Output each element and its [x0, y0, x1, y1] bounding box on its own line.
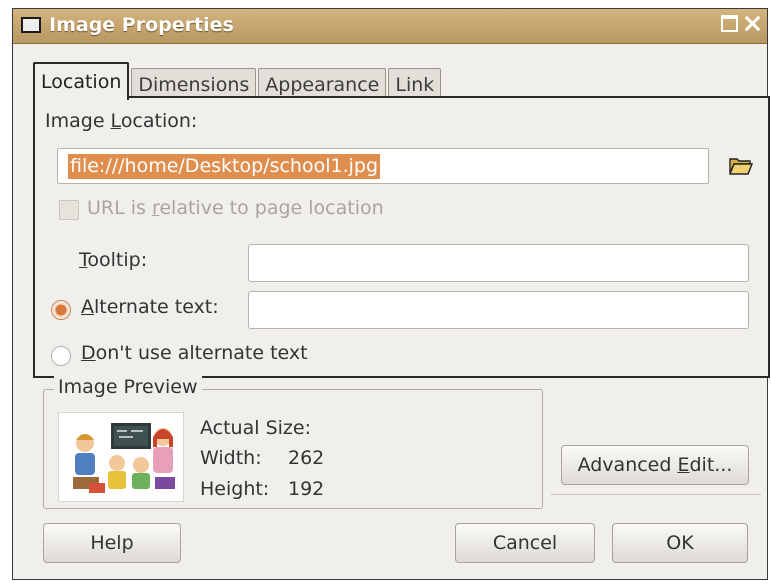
image-preview-legend: Image Preview — [54, 376, 202, 398]
image-preview-thumbnail — [58, 412, 184, 502]
school-children-illustration — [73, 423, 175, 493]
tab-location[interactable]: Location — [33, 62, 130, 100]
image-location-value: file:///home/Desktop/school1.jpg — [68, 154, 381, 179]
maximize-icon[interactable] — [721, 15, 738, 32]
alternate-text-label: Alternate text: — [81, 296, 219, 318]
cancel-button[interactable]: Cancel — [455, 523, 595, 563]
image-location-input[interactable]: file:///home/Desktop/school1.jpg — [57, 148, 709, 184]
image-location-label: Image Location: — [45, 110, 198, 132]
image-preview-group: Image Preview Actual Size: Width: 262 He… — [43, 376, 543, 509]
alternate-text-radio[interactable] — [51, 300, 71, 320]
title-bar[interactable]: Image Properties — [13, 9, 767, 44]
alternate-text-input[interactable] — [248, 291, 749, 329]
close-icon[interactable] — [744, 15, 761, 32]
image-properties-dialog: Image Properties Location Dimensions App… — [12, 8, 770, 580]
actual-size-label: Actual Size: — [200, 417, 311, 439]
window-icon — [21, 17, 41, 33]
ok-button[interactable]: OK — [612, 523, 748, 563]
help-button[interactable]: Help — [43, 523, 181, 563]
tooltip-input[interactable] — [248, 244, 749, 282]
tooltip-label: Tooltip: — [79, 249, 148, 271]
separator — [551, 494, 761, 495]
no-alternate-text-radio[interactable] — [51, 346, 71, 366]
relative-url-label: URL is relative to page location — [87, 197, 384, 219]
window-title: Image Properties — [49, 14, 234, 36]
no-alternate-text-label: Don't use alternate text — [81, 342, 308, 364]
width-value: 262 — [288, 447, 325, 469]
advanced-edit-button[interactable]: Advanced Edit... — [561, 445, 749, 485]
height-value: 192 — [288, 478, 325, 500]
relative-url-checkbox[interactable] — [59, 200, 79, 220]
width-label: Width: — [200, 447, 262, 469]
location-panel: Image Location: file:///home/Desktop/sch… — [33, 96, 770, 378]
folder-open-icon[interactable] — [729, 156, 753, 176]
tab-bar: Location Dimensions Appearance Link — [33, 62, 443, 100]
height-label: Height: — [200, 478, 270, 500]
